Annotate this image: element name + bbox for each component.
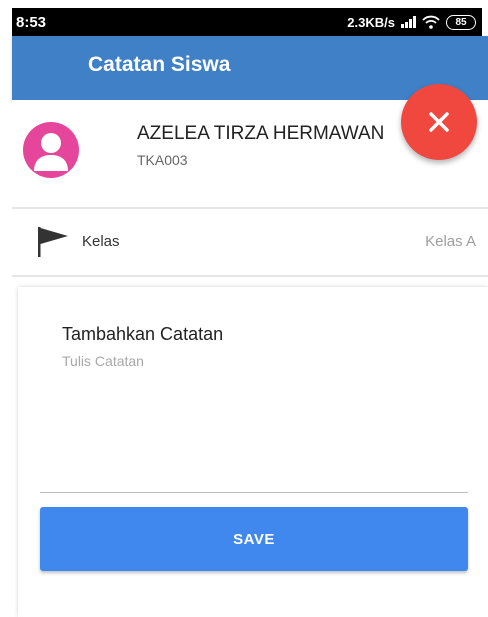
- close-icon: [429, 112, 449, 132]
- note-card: Tambahkan Catatan SAVE: [18, 287, 488, 617]
- kelas-row: Kelas Kelas A: [12, 209, 488, 275]
- signal-icon: [401, 16, 416, 28]
- student-id: TKA003: [137, 152, 188, 168]
- person-icon: [34, 133, 68, 171]
- student-name: AZELEA TIRZA HERMAWAN: [137, 123, 385, 144]
- kelas-label: Kelas: [82, 233, 120, 250]
- wifi-icon: [422, 15, 440, 29]
- kelas-value: Kelas A: [425, 233, 476, 250]
- save-button[interactable]: SAVE: [40, 507, 468, 571]
- page-title: Catatan Siswa: [88, 53, 231, 76]
- status-bar: 8:53 2.3KB/s 85: [12, 8, 482, 36]
- status-time: 8:53: [16, 13, 47, 31]
- status-indicators: 2.3KB/s 85: [347, 14, 476, 30]
- note-input[interactable]: [40, 349, 468, 493]
- flag-icon: [36, 225, 70, 259]
- note-title: Tambahkan Catatan: [62, 324, 224, 344]
- divider: [12, 275, 488, 277]
- battery-icon: 85: [446, 14, 476, 30]
- avatar: [23, 122, 79, 178]
- close-button[interactable]: [401, 84, 477, 160]
- network-speed: 2.3KB/s: [347, 14, 395, 30]
